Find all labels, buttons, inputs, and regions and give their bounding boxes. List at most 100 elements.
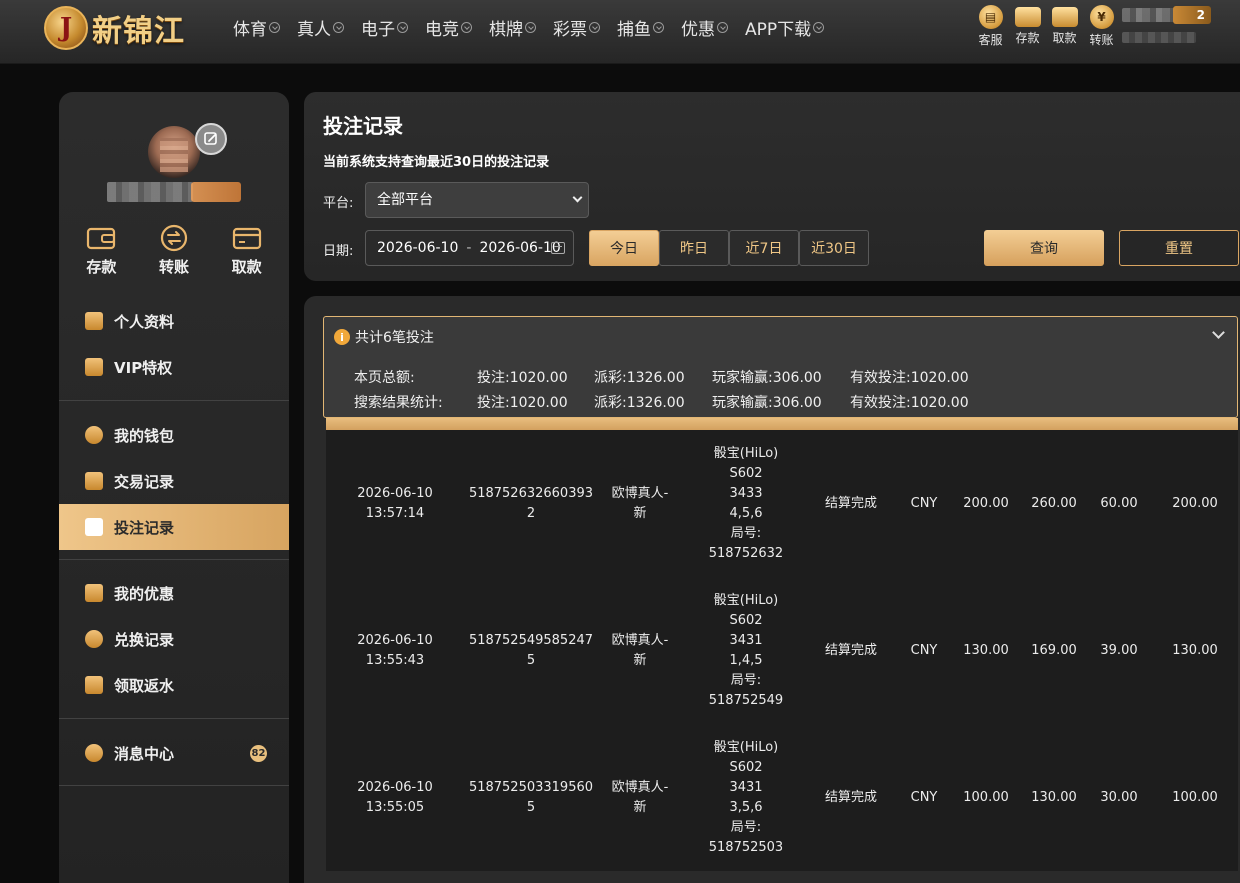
- quick-customer-service[interactable]: ▤ 客服: [972, 5, 1009, 48]
- sidebar-item-profile[interactable]: 个人资料: [59, 298, 289, 344]
- card-icon: [1051, 7, 1078, 27]
- sidebar-item-wallet[interactable]: 我的钱包: [59, 412, 289, 458]
- date-separator: -: [466, 240, 472, 256]
- chevron-down-icon: [717, 21, 728, 33]
- wallet-action-label: 转账: [158, 258, 189, 276]
- sidebar-item-label: 投注记录: [114, 518, 175, 537]
- summary-header[interactable]: i 共计6笔投注: [334, 327, 434, 347]
- bet-win: 60.00: [1100, 495, 1138, 511]
- nav-lottery[interactable]: 彩票: [553, 14, 600, 40]
- nav-card-games[interactable]: 棋牌: [489, 14, 536, 40]
- summary-valid-bet: 有效投注:1020.00: [850, 370, 969, 386]
- bet-game-detail: 骰宝(HiLo) S602 3431 3,5,6 局号: 518752503: [708, 739, 784, 855]
- bet-platform: 欧博真人-新: [611, 485, 669, 521]
- nav-fishing[interactable]: 捕鱼: [617, 14, 664, 40]
- summary-player-win: 玩家输赢:306.00: [712, 370, 822, 386]
- bet-platform: 欧博真人-新: [611, 632, 669, 668]
- query-button[interactable]: 查询: [984, 230, 1104, 266]
- sidebar-item-label: 领取返水: [114, 676, 175, 695]
- table-row[interactable]: 2026-06-10 13:57:14 5187526326603932 欧博真人…: [326, 430, 1238, 577]
- info-icon: i: [334, 329, 350, 345]
- chevron-down-icon[interactable]: [1212, 326, 1225, 339]
- chat-icon: ▤: [978, 5, 1003, 29]
- sidebar-item-label: 个人资料: [114, 312, 175, 331]
- nav-sports[interactable]: 体育: [233, 14, 280, 40]
- sidebar-item-label: 兑换记录: [114, 630, 175, 649]
- edit-profile-button[interactable]: [195, 123, 227, 155]
- bet-valid: 100.00: [1172, 789, 1218, 805]
- quick-date-yesterday[interactable]: 昨日: [659, 230, 729, 266]
- deposit-icon: [87, 227, 116, 250]
- bet-win: 30.00: [1100, 789, 1138, 805]
- sidebar-item-redeem-records[interactable]: 兑换记录: [59, 616, 289, 662]
- sidebar-item-label: 我的钱包: [114, 426, 175, 445]
- nav-label: 真人: [297, 19, 331, 40]
- nav-promotions[interactable]: 优惠: [681, 14, 728, 40]
- nav-slots[interactable]: 电子: [361, 14, 408, 40]
- quick-transfer[interactable]: ¥ 转账: [1083, 5, 1120, 48]
- bet-amount: 100.00: [963, 789, 1009, 805]
- bet-win: 39.00: [1100, 642, 1138, 658]
- sidebar-item-transactions[interactable]: 交易记录: [59, 458, 289, 504]
- bet-amount: 130.00: [963, 642, 1009, 658]
- brand-logo[interactable]: J 新锦江: [44, 6, 185, 50]
- filter-panel: 投注记录 当前系统支持查询最近30日的投注记录 平台: 全部平台 日期: 202…: [304, 92, 1240, 281]
- table-row[interactable]: 2026-06-10 13:55:05 5187525033195605 欧博真人…: [326, 724, 1238, 871]
- results-panel: i 共计6笔投注 本页总额: 投注:1020.00 派彩:1326.00 玩家输…: [304, 296, 1240, 883]
- date-range-picker[interactable]: 2026-06-10 - 2026-06-10: [365, 230, 574, 266]
- bet-id: 5187525495852475: [468, 632, 594, 668]
- nav-app-download[interactable]: APP下载: [745, 14, 825, 40]
- wallet-action-label: 存款: [86, 258, 117, 276]
- bet-payout: 169.00: [1031, 642, 1077, 658]
- summary-payout: 派彩:1326.00: [594, 395, 685, 411]
- chevron-down-icon: [269, 21, 280, 33]
- quick-label: 客服: [978, 33, 1003, 47]
- bet-platform: 欧博真人-新: [611, 779, 669, 815]
- sidebar-item-my-promotions[interactable]: 我的优惠: [59, 570, 289, 616]
- sidebar-item-message-center[interactable]: 消息中心 82: [59, 730, 289, 776]
- quick-date-7-days[interactable]: 近7日: [729, 230, 799, 266]
- sidebar-item-label: 消息中心: [114, 744, 175, 763]
- platform-select-value: 全部平台: [377, 192, 433, 208]
- calendar-icon: [551, 242, 565, 254]
- nav-esports[interactable]: 电竞: [425, 14, 472, 40]
- summary-box: i 共计6笔投注 本页总额: 投注:1020.00 派彩:1326.00 玩家输…: [323, 316, 1238, 418]
- bet-status: 结算完成: [824, 789, 877, 805]
- sidebar-item-claim-rebate[interactable]: 领取返水: [59, 662, 289, 708]
- wallet-action-label: 取款: [231, 258, 262, 276]
- sidebar-item-bet-records[interactable]: 投注记录: [59, 504, 289, 550]
- quick-deposit[interactable]: 存款: [1009, 5, 1046, 48]
- account-sidebar: 存款 转账 取款 个人资料 VIP特权 我的钱包 交易记录 投注记录 我的优惠 …: [59, 92, 289, 883]
- avatar[interactable]: [148, 126, 200, 178]
- quick-date-30-days[interactable]: 近30日: [799, 230, 869, 266]
- page-subtitle: 当前系统支持查询最近30日的投注记录: [323, 155, 550, 170]
- sidebar-transfer-button[interactable]: 转账: [139, 224, 209, 277]
- nav-live-casino[interactable]: 真人: [297, 14, 344, 40]
- bet-currency: CNY: [910, 789, 938, 805]
- piggy-bank-icon: [85, 426, 103, 444]
- quick-date-today[interactable]: 今日: [589, 230, 659, 266]
- page-title: 投注记录: [323, 114, 403, 138]
- sidebar-menu-profile: 个人资料 VIP特权: [59, 298, 289, 390]
- chevron-down-icon: [525, 21, 536, 33]
- transfer-icon: ¥: [1089, 5, 1114, 29]
- nav-label: 电竞: [425, 19, 459, 40]
- sidebar-deposit-button[interactable]: 存款: [66, 224, 136, 277]
- reset-button[interactable]: 重置: [1119, 230, 1239, 266]
- transfer-icon: [160, 224, 188, 252]
- nav-label: 彩票: [553, 19, 587, 40]
- vip-level-badge: 2: [1173, 6, 1211, 24]
- table-row[interactable]: 2026-06-10 13:55:43 5187525495852475 欧博真人…: [326, 577, 1238, 724]
- sidebar-item-label: 我的优惠: [114, 584, 175, 603]
- bet-amount: 200.00: [963, 495, 1009, 511]
- bet-payout: 260.00: [1031, 495, 1077, 511]
- bet-currency: CNY: [910, 642, 938, 658]
- bet-valid: 130.00: [1172, 642, 1218, 658]
- sidebar-withdraw-button[interactable]: 取款: [212, 224, 282, 277]
- quick-withdraw[interactable]: 取款: [1046, 5, 1083, 48]
- platform-select[interactable]: 全部平台: [365, 182, 589, 218]
- sidebar-item-vip[interactable]: VIP特权: [59, 344, 289, 390]
- brand-name: 新锦江: [92, 14, 185, 49]
- sidebar-item-label: VIP特权: [114, 358, 173, 377]
- balance-blurred: [1122, 32, 1196, 43]
